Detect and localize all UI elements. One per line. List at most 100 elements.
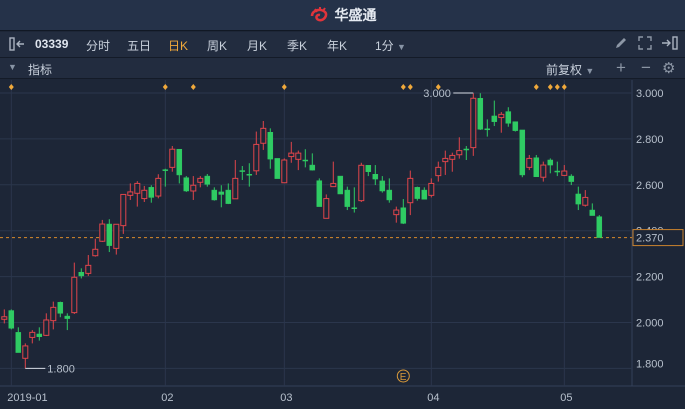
event-diamond-icon: [8, 84, 14, 90]
candle-down: [533, 157, 540, 178]
candle-up: [428, 182, 435, 196]
candle-up: [71, 276, 78, 314]
event-diamond-icon: [407, 84, 413, 90]
candle-up: [85, 264, 92, 274]
x-tick-label: 05: [560, 392, 572, 404]
candle-down: [211, 189, 218, 201]
candle-down: [512, 121, 519, 131]
candle-down: [239, 170, 246, 172]
candle-up: [330, 182, 337, 188]
candle-up: [92, 248, 99, 257]
x-tick-label: 03: [280, 392, 292, 404]
candle-up: [141, 189, 148, 200]
candle-up: [442, 157, 449, 163]
candle-down: [64, 315, 71, 319]
candle-down: [78, 271, 85, 277]
candle-down: [547, 159, 554, 166]
candle-up: [456, 150, 463, 156]
event-diamond-icon: [162, 84, 168, 90]
earnings-marker-label: E: [400, 372, 407, 383]
candle-up: [435, 166, 442, 177]
candle-up: [288, 152, 295, 158]
candle-down: [421, 189, 428, 200]
candle-down: [106, 223, 113, 246]
candle-down: [337, 175, 344, 195]
candle-down: [589, 209, 596, 216]
candle-down: [176, 148, 183, 176]
event-diamond-icon: [561, 84, 567, 90]
high-annotation-label: 3.000: [423, 88, 451, 100]
candle-down: [477, 98, 484, 130]
candle-up: [127, 191, 134, 196]
candle-up: [232, 177, 239, 200]
candle-down: [316, 180, 323, 207]
candle-down: [505, 111, 512, 124]
candle-down: [365, 165, 372, 172]
candle-up: [169, 148, 176, 168]
candle-up: [582, 196, 589, 206]
candle-down: [183, 177, 190, 192]
candle-up: [295, 152, 302, 160]
event-diamond-icon: [190, 84, 196, 90]
current-price-label: 2.370: [636, 233, 664, 245]
candle-down: [225, 189, 232, 204]
candle-up: [281, 159, 288, 184]
candle-up: [449, 154, 456, 160]
candle-up: [155, 177, 162, 197]
y-tick-label: 2.600: [636, 180, 664, 192]
event-diamond-icon: [281, 84, 287, 90]
y-tick-label: 2.000: [636, 318, 664, 330]
candle-up: [526, 157, 533, 168]
candle-down: [484, 128, 491, 131]
candle-down: [57, 302, 64, 314]
candle-down: [554, 170, 561, 173]
event-diamond-icon: [533, 84, 539, 90]
candle-up: [393, 209, 400, 216]
candle-up: [323, 198, 330, 219]
candle-down: [246, 173, 253, 176]
event-diamond-icon: [400, 84, 406, 90]
candle-down: [344, 189, 351, 207]
candle-down: [386, 189, 393, 201]
candle-up: [43, 319, 50, 336]
candle-down: [267, 131, 274, 160]
candle-down: [218, 191, 225, 195]
candle-down: [400, 207, 407, 224]
candle-up: [561, 170, 568, 176]
y-tick-label: 1.800: [636, 358, 664, 370]
x-tick-label: 04: [427, 392, 439, 404]
candle-down: [274, 158, 281, 179]
y-tick-label: 2.200: [636, 272, 664, 284]
candle-down: [568, 175, 575, 182]
candle-up: [22, 345, 29, 359]
event-diamond-icon: [554, 84, 560, 90]
candlestick-chart[interactable]: 3.0002.8002.6002.4002.2002.0001.8002019-…: [0, 0, 685, 409]
candle-up: [197, 177, 204, 183]
candle-down: [15, 332, 22, 353]
candle-down: [351, 207, 358, 209]
candle-up: [99, 223, 106, 242]
candle-down: [8, 310, 15, 329]
candle-down: [372, 173, 379, 180]
candle-up: [1, 316, 8, 320]
candle-up: [190, 184, 197, 192]
candle-down: [204, 175, 211, 185]
candle-down: [491, 115, 498, 122]
candle-up: [253, 143, 260, 172]
candle-up: [470, 97, 477, 149]
candle-up: [29, 331, 36, 338]
y-tick-label: 2.800: [636, 134, 664, 146]
candle-down: [463, 148, 470, 151]
candle-up: [498, 113, 505, 119]
candle-up: [260, 127, 267, 144]
candle-up: [50, 306, 57, 322]
candle-up: [540, 164, 547, 178]
candle-up: [358, 164, 365, 202]
candle-up: [407, 177, 414, 204]
candle-down: [309, 164, 316, 171]
candle-up: [113, 223, 120, 249]
candle-up: [134, 182, 141, 194]
candle-down: [36, 333, 43, 337]
x-tick-label: 2019-01: [7, 392, 47, 404]
candle-down: [575, 193, 582, 205]
